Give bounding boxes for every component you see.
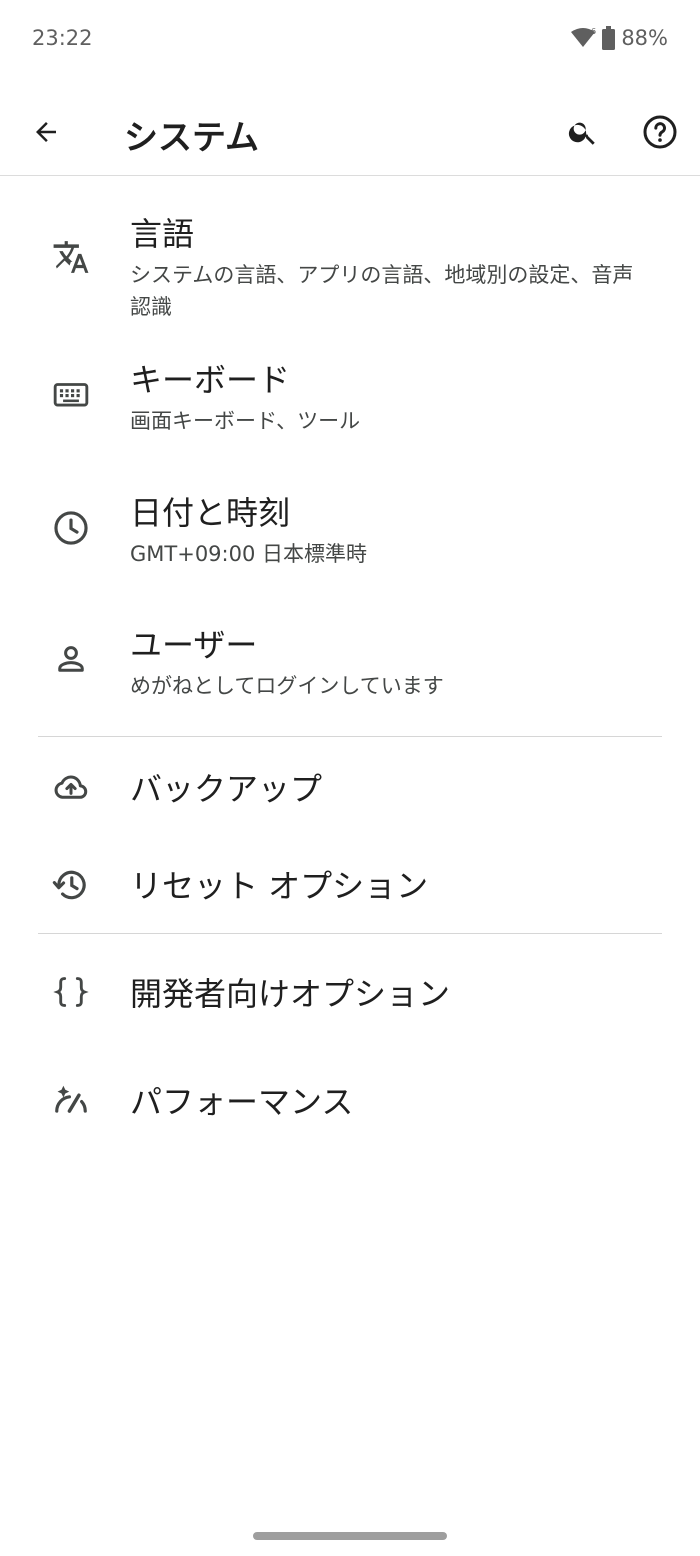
wifi-icon: 6 <box>570 27 596 49</box>
settings-item-summary: GMT+09:00 日本標準時 <box>130 542 368 566</box>
battery-percent: 88% <box>621 26 668 50</box>
help-icon[interactable] <box>638 110 682 154</box>
translate-icon <box>50 236 92 278</box>
settings-item-label: バックアップ <box>130 770 323 808</box>
person-icon <box>50 638 92 680</box>
status-icons: 6 88% <box>570 26 668 50</box>
app-bar: システム <box>0 84 700 176</box>
clock-icon <box>50 507 92 549</box>
performance-gauge-icon <box>50 1079 92 1121</box>
settings-item-language[interactable]: 言語 システムの言語、アプリの言語、地域別の設定、音声認識 <box>0 177 700 335</box>
arrow-back-icon[interactable] <box>24 110 68 154</box>
settings-item-summary: 画面キーボード、ツール <box>130 409 361 433</box>
page-title: システム <box>124 118 259 158</box>
settings-item-label: 開発者向けオプション <box>130 975 451 1013</box>
code-braces-icon <box>50 971 92 1013</box>
settings-item-reset-options[interactable]: リセット オプション <box>0 835 700 933</box>
cloud-upload-icon <box>50 766 92 808</box>
settings-item-performance[interactable]: パフォーマンス <box>0 1041 700 1149</box>
status-bar: 23:22 6 88% <box>0 0 700 80</box>
settings-item-label: キーボード <box>130 361 291 399</box>
settings-item-summary: めがねとしてログインしています <box>130 674 444 698</box>
settings-item-users[interactable]: ユーザー めがねとしてログインしています <box>0 600 700 736</box>
status-time: 23:22 <box>32 26 93 50</box>
battery-icon <box>602 26 616 50</box>
settings-item-label: ユーザー <box>130 626 258 664</box>
home-indicator[interactable] <box>253 1532 447 1540</box>
settings-item-label: 言語 <box>130 215 195 253</box>
settings-item-date-time[interactable]: 日付と時刻 GMT+09:00 日本標準時 <box>0 468 700 600</box>
settings-item-developer-options[interactable]: 開発者向けオプション <box>0 933 700 1041</box>
wifi-badge: 6 <box>591 27 596 36</box>
settings-item-summary: システムの言語、アプリの言語、地域別の設定、音声認識 <box>130 263 634 319</box>
settings-item-label: リセット オプション <box>130 867 429 905</box>
history-reset-icon <box>50 864 92 906</box>
settings-item-keyboard[interactable]: キーボード 画面キーボード、ツール <box>0 335 700 468</box>
keyboard-icon <box>50 373 92 415</box>
settings-item-backup[interactable]: バックアップ <box>0 736 700 835</box>
settings-item-label: パフォーマンス <box>130 1083 354 1121</box>
settings-list: 言語 システムの言語、アプリの言語、地域別の設定、音声認識 キーボード 画面キー… <box>0 177 700 1149</box>
search-icon[interactable] <box>561 110 605 154</box>
settings-item-label: 日付と時刻 <box>130 494 291 532</box>
